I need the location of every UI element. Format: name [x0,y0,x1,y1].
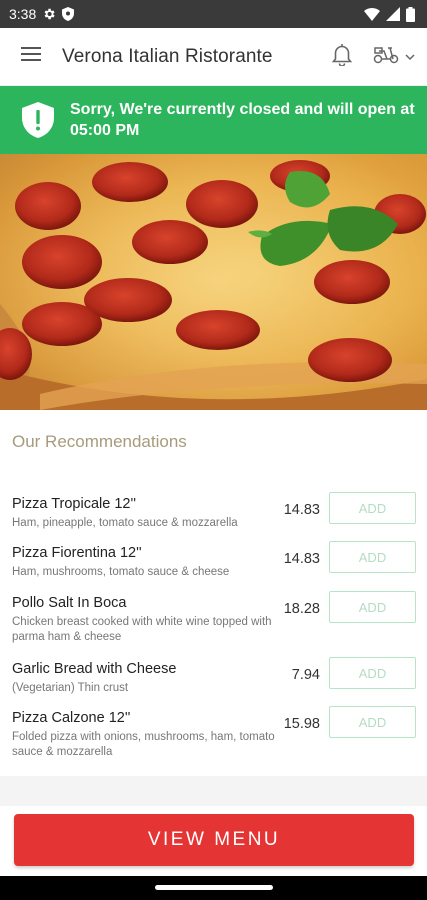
hero-pizza-image [0,154,427,410]
item-name: Pollo Salt In Boca [12,595,127,611]
add-button[interactable]: ADD [329,492,416,524]
item-price: 15.98 [283,716,320,732]
menu-button[interactable] [0,28,62,86]
item-description: Ham, pineapple, tomato sauce & mozzarell… [12,517,238,529]
bell-icon [331,42,353,71]
closed-message: Sorry, We're currently closed and will o… [70,101,415,139]
closed-notice-banner: Sorry, We're currently closed and will o… [0,86,427,154]
item-price: 18.28 [283,601,320,617]
shield-icon [62,7,75,21]
item-name: Pizza Fiorentina 12'' [12,545,142,561]
item-description: Chicken breast cooked with white wine to… [12,616,272,643]
system-navigation-bar [0,876,427,900]
recommendations-section: Our Recommendations Pizza Tropicale 12''… [0,410,427,776]
item-price: 14.83 [283,551,320,567]
item-price: 7.94 [291,667,320,683]
item-price: 14.83 [283,502,320,518]
hamburger-menu-icon [21,46,41,67]
add-button[interactable]: ADD [329,706,416,738]
home-indicator[interactable] [155,885,273,890]
item-name: Pizza Tropicale 12'' [12,496,137,512]
add-button[interactable]: ADD [329,541,416,573]
chevron-down-icon [405,48,415,66]
app-bar: Verona Italian Ristorante [0,28,427,86]
gear-icon [42,7,56,21]
signal-icon [386,7,400,21]
recommendations-heading: Our Recommendations [12,432,187,451]
order-type-selector[interactable] [361,28,427,86]
status-bar: 3:38 [0,0,427,28]
bottom-action-bar: VIEW MENU [0,806,427,876]
item-description: Folded pizza with onions, mushrooms, ham… [12,731,275,758]
section-divider [0,776,427,806]
restaurant-title: Verona Italian Ristorante [62,45,273,67]
notifications-button[interactable] [323,28,361,86]
status-time: 3:38 [9,6,37,22]
scooter-icon [373,44,399,69]
alert-shield-icon [22,102,54,138]
wifi-icon [364,7,380,21]
add-button[interactable]: ADD [329,657,416,689]
item-name: Pizza Calzone 12'' [12,710,131,726]
item-name: Garlic Bread with Cheese [12,661,177,677]
item-description: (Vegetarian) Thin crust [12,682,129,694]
add-button[interactable]: ADD [329,591,416,623]
view-menu-button[interactable]: VIEW MENU [14,814,414,866]
battery-icon [406,6,415,22]
item-description: Ham, mushrooms, tomato sauce & cheese [12,566,230,578]
